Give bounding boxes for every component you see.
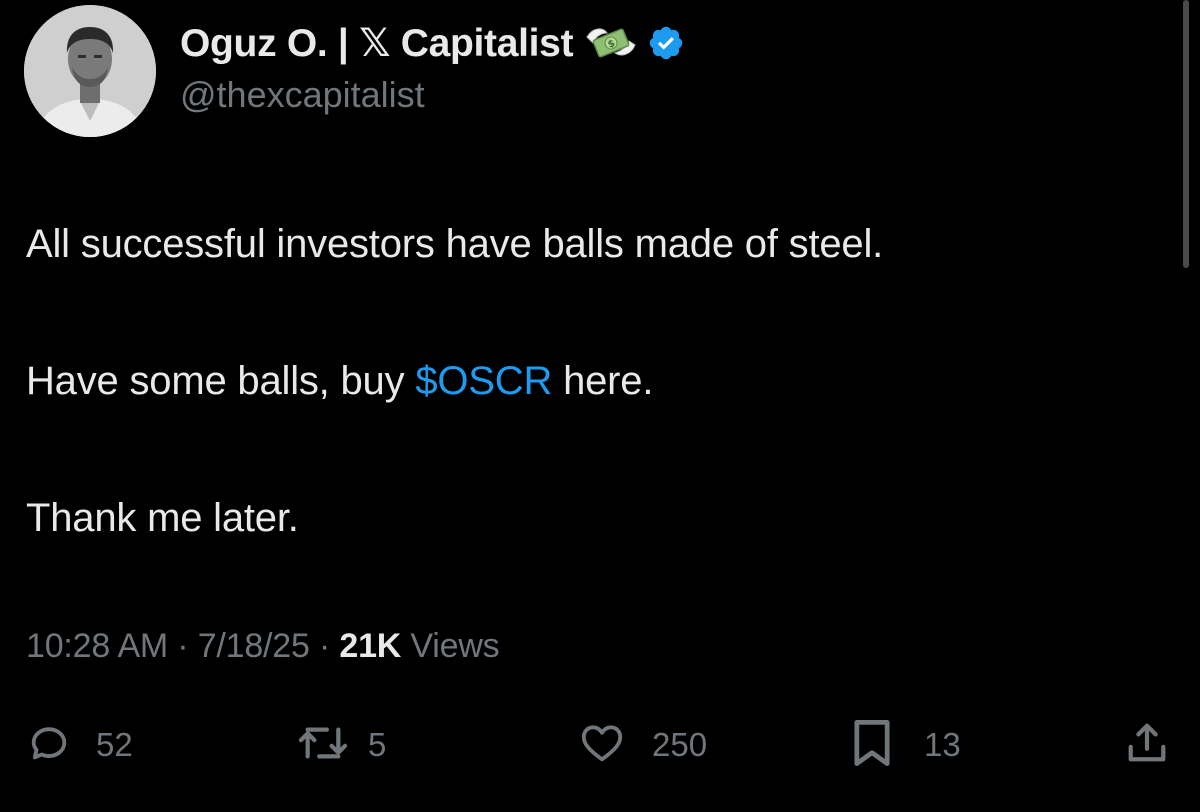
repost-count: 5 — [368, 726, 387, 763]
heart-icon — [578, 720, 626, 771]
scrollbar[interactable] — [1183, 0, 1189, 268]
share-icon — [1124, 718, 1170, 773]
like-button[interactable]: 250 — [578, 718, 707, 772]
reply-count: 52 — [96, 726, 133, 763]
author-block: Oguz O. | 𝕏 Capitalist $ @thexcapitalist — [180, 18, 685, 116]
meta-separator: · — [309, 627, 340, 665]
handle[interactable]: @thexcapitalist — [180, 74, 685, 116]
avatar[interactable] — [24, 5, 156, 137]
cashtag-link[interactable]: $OSCR — [415, 359, 552, 403]
meta-separator: · — [168, 627, 198, 665]
money-with-wings-icon: $ — [583, 23, 639, 63]
tweet-text-line-3: Thank me later. — [26, 496, 299, 540]
tweet-text-line-1: All successful investors have balls made… — [26, 222, 884, 266]
timestamp-time[interactable]: 10:28 AM — [26, 627, 168, 665]
display-name[interactable]: Oguz O. | 𝕏 Capitalist — [180, 21, 574, 66]
tweet-text-line-2-pre: Have some balls, buy — [26, 359, 416, 403]
tweet-text-line-2: Have some balls, buy $OSCR here. — [26, 359, 653, 404]
bookmark-count: 13 — [924, 726, 961, 763]
share-button[interactable] — [1124, 718, 1170, 772]
bookmark-button[interactable]: 13 — [850, 718, 961, 772]
bookmark-icon — [850, 717, 894, 774]
reply-icon — [26, 720, 72, 771]
verified-badge-icon[interactable] — [647, 24, 685, 62]
tweet-detail: Oguz O. | 𝕏 Capitalist $ @thexcapitalist… — [0, 0, 1200, 812]
name-row: Oguz O. | 𝕏 Capitalist $ — [180, 18, 685, 68]
tweet-text-line-2-post: here. — [552, 359, 654, 403]
reply-button[interactable]: 52 — [26, 718, 133, 772]
views-label: Views — [401, 627, 500, 665]
like-count: 250 — [652, 726, 708, 763]
views-count[interactable]: 21K — [339, 627, 401, 665]
timestamp-date[interactable]: 7/18/25 — [198, 627, 310, 665]
tweet-meta: 10:28 AM · 7/18/25 · 21K Views — [26, 627, 500, 666]
repost-icon — [296, 720, 350, 771]
repost-button[interactable]: 5 — [296, 718, 386, 772]
